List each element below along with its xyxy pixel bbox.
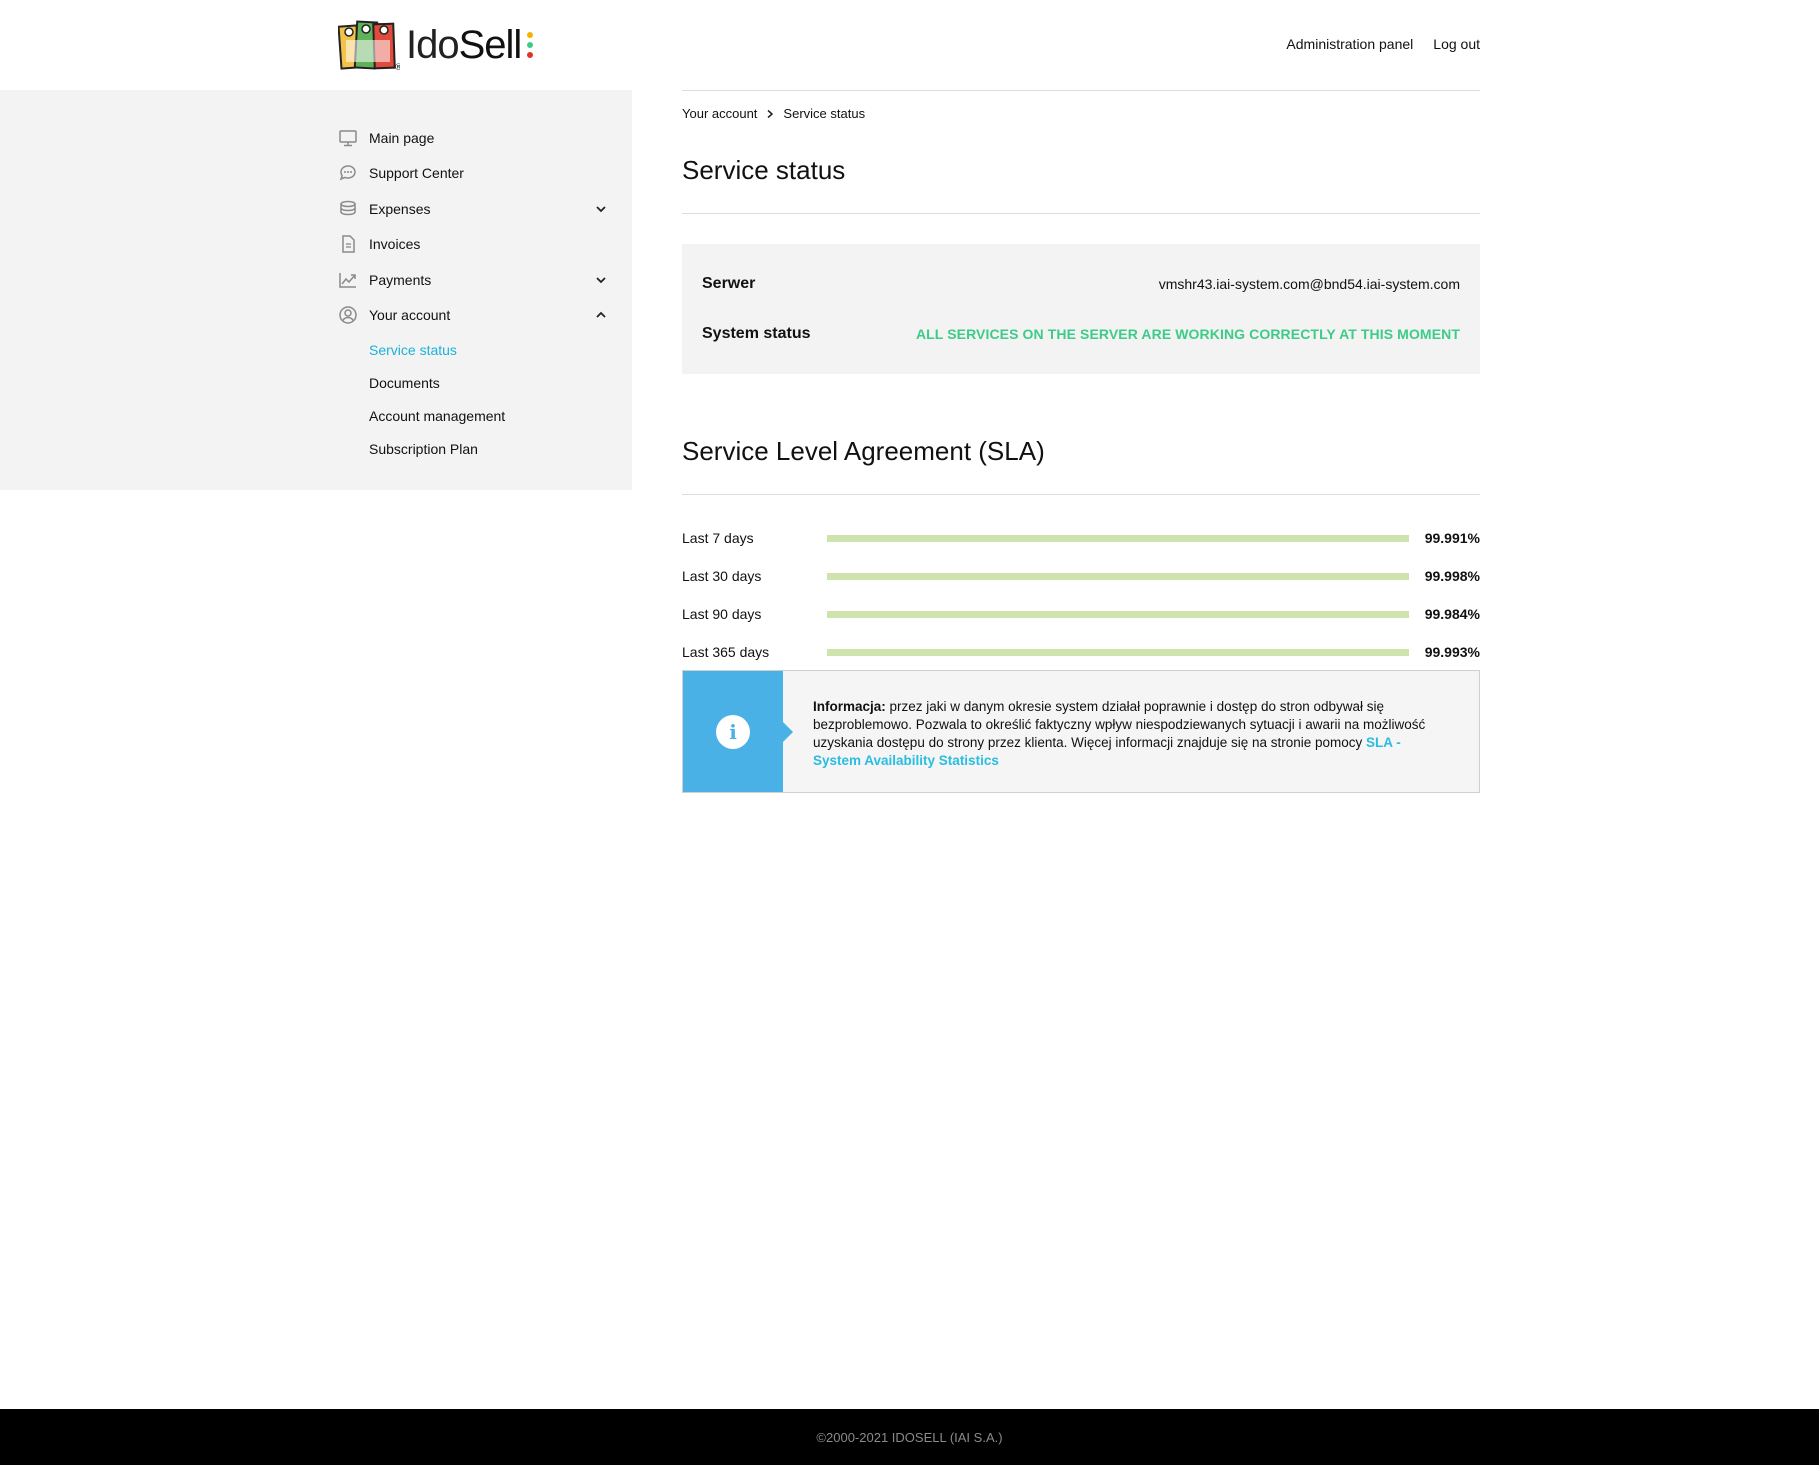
- sla-title: Service Level Agreement (SLA): [682, 436, 1045, 466]
- sidebar-item-label: Main page: [369, 129, 435, 146]
- sidebar-item-payments[interactable]: Payments: [338, 262, 608, 298]
- server-value: vmshr43.iai-system.com@bnd54.iai-system.…: [1158, 276, 1460, 292]
- coins-icon: [338, 199, 358, 219]
- your-account-submenu: Service status Documents Account managem…: [338, 333, 608, 465]
- breadcrumb: Your account Service status: [682, 106, 1480, 121]
- chat-bubble-icon: [338, 163, 358, 183]
- main-content: Your account Service status Service stat…: [682, 90, 1480, 793]
- header-links: Administration panel Log out: [1286, 36, 1480, 52]
- server-row: Serwer vmshr43.iai-system.com@bnd54.iai-…: [702, 274, 1460, 294]
- chevron-down-icon[interactable]: [594, 273, 608, 287]
- server-status-panel: Serwer vmshr43.iai-system.com@bnd54.iai-…: [682, 244, 1480, 374]
- sla-row: Last 90 days 99.984%: [682, 604, 1480, 624]
- page-title: Service status: [682, 155, 846, 185]
- logo-dots: [527, 32, 534, 58]
- info-box: i Informacja: przez jaki w danym okresie…: [682, 670, 1480, 793]
- sla-progress-fill: [827, 648, 1409, 656]
- sidebar-item-label: Payments: [369, 271, 432, 288]
- logo-dot-green: [527, 42, 534, 48]
- server-label: Serwer: [702, 275, 756, 292]
- sidebar-nav: Main page Support Center Expenses Invoic…: [338, 120, 608, 465]
- sla-progress-bar: [827, 572, 1409, 580]
- sidebar-item-label: Invoices: [369, 236, 421, 253]
- info-lead: Informacja:: [813, 699, 886, 714]
- chevron-right-icon: [765, 109, 775, 119]
- sla-percentage: 99.991%: [1424, 530, 1480, 546]
- sla-progress-bar: [827, 610, 1409, 618]
- logo-wordmark: IdoSell: [406, 23, 523, 67]
- sla-row: Last 7 days 99.991%: [682, 528, 1480, 548]
- divider: [682, 90, 1480, 91]
- administration-panel-link[interactable]: Administration panel: [1286, 36, 1413, 52]
- breadcrumb-parent-link[interactable]: Your account: [682, 106, 757, 121]
- sla-percentage: 99.998%: [1424, 568, 1480, 584]
- sidebar-item-main-page[interactable]: Main page: [338, 120, 608, 156]
- sla-row: Last 365 days 99.993%: [682, 642, 1480, 662]
- idosell-logo[interactable]: ® IdoSell: [338, 18, 534, 72]
- sidebar-subitem-documents[interactable]: Documents: [369, 366, 608, 399]
- info-body: przez jaki w danym okresie system działa…: [813, 699, 1426, 750]
- sla-period-label: Last 7 days: [682, 530, 754, 546]
- system-status-value: ALL SERVICES ON THE SERVER ARE WORKING C…: [915, 326, 1460, 342]
- footer: ©2000-2021 IDOSELL (IAI S.A.): [0, 1409, 1819, 1465]
- sidebar-subitem-subscription-plan[interactable]: Subscription Plan: [369, 432, 608, 465]
- sidebar-item-label: Expenses: [369, 200, 431, 217]
- sla-progress-fill: [827, 534, 1409, 542]
- sidebar-item-your-account[interactable]: Your account: [338, 298, 608, 334]
- info-box-side: i: [683, 671, 783, 792]
- system-status-label: System status: [702, 325, 811, 342]
- sidebar-item-label: Your account: [369, 307, 451, 324]
- sidebar-subitem-account-management[interactable]: Account management: [369, 399, 608, 432]
- logo-ido: Ido: [406, 23, 460, 67]
- sidebar-item-support-center[interactable]: Support Center: [338, 156, 608, 192]
- sidebar-item-expenses[interactable]: Expenses: [338, 191, 608, 227]
- document-icon: [338, 234, 358, 254]
- sla-list: Last 7 days 99.991% Last 30 days 99.998%…: [682, 528, 1480, 662]
- chevron-up-icon[interactable]: [594, 308, 608, 322]
- breadcrumb-current: Service status: [783, 106, 866, 121]
- sidebar-item-invoices[interactable]: Invoices: [338, 227, 608, 263]
- sidebar: Main page Support Center Expenses Invoic…: [0, 90, 632, 490]
- header: ® IdoSell Administration panel Log out: [0, 0, 1819, 90]
- footer-copyright: ©2000-2021 IDOSELL (IAI S.A.): [816, 1429, 1003, 1445]
- divider: [682, 494, 1480, 495]
- logo-sell: Sell: [458, 23, 523, 67]
- monitor-icon: [338, 128, 358, 148]
- user-circle-icon: [338, 305, 358, 325]
- info-text: Informacja: przez jaki w danym okresie s…: [783, 671, 1479, 792]
- divider: [682, 213, 1480, 214]
- chevron-down-icon[interactable]: [594, 202, 608, 216]
- logo-dot-yellow: [527, 32, 534, 38]
- chart-up-icon: [338, 270, 358, 290]
- sla-period-label: Last 365 days: [682, 644, 770, 660]
- sla-period-label: Last 90 days: [682, 606, 762, 622]
- log-out-link[interactable]: Log out: [1433, 36, 1480, 52]
- sla-percentage: 99.993%: [1424, 644, 1480, 660]
- sla-row: Last 30 days 99.998%: [682, 566, 1480, 586]
- sla-progress-fill: [827, 610, 1409, 618]
- sla-progress-bar: [827, 534, 1409, 542]
- sla-percentage: 99.984%: [1424, 606, 1480, 622]
- sidebar-item-label: Support Center: [369, 165, 464, 182]
- logo-figures-icon: ®: [338, 20, 400, 72]
- info-icon: i: [716, 714, 750, 749]
- sidebar-subitem-service-status[interactable]: Service status: [369, 333, 608, 366]
- svg-text:®: ®: [394, 63, 400, 72]
- system-status-row: System status ALL SERVICES ON THE SERVER…: [702, 324, 1460, 344]
- sla-progress-bar: [827, 648, 1409, 656]
- sla-period-label: Last 30 days: [682, 568, 762, 584]
- logo-dot-red: [527, 52, 534, 58]
- sla-progress-fill: [827, 572, 1409, 580]
